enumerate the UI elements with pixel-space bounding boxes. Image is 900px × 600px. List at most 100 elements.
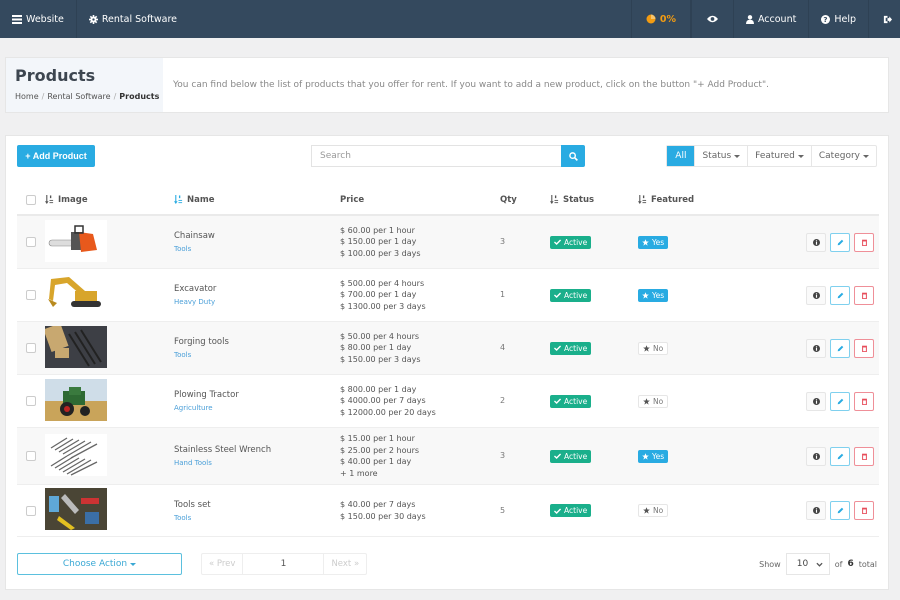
column-featured[interactable]: Featured [638, 195, 788, 206]
progress-indicator[interactable]: 0% [632, 0, 691, 38]
price-line: $ 150.00 per 30 days [340, 511, 426, 521]
product-name[interactable]: Tools set [174, 500, 340, 510]
product-thumbnail[interactable] [45, 378, 107, 421]
row-checkbox[interactable] [26, 237, 36, 247]
total-count: 6 [847, 559, 854, 569]
filter-category-dropdown[interactable]: Category [810, 146, 876, 166]
product-category[interactable]: Tools [174, 245, 340, 253]
prev-page-button[interactable]: « Prev [202, 554, 242, 574]
info-button[interactable] [806, 232, 826, 252]
product-category[interactable]: Tools [174, 351, 340, 359]
price-list: $ 40.00 per 7 days $ 150.00 per 30 days [340, 499, 500, 522]
price-list: $ 15.00 per 1 hour $ 25.00 per 2 hours $ 4… [340, 433, 500, 479]
edit-button[interactable] [830, 391, 850, 411]
product-thumbnail[interactable] [45, 488, 107, 530]
product-thumbnail[interactable] [45, 219, 107, 262]
price-line: $ 12000.00 per 20 days [340, 407, 436, 417]
column-name[interactable]: Name [174, 195, 340, 206]
delete-button[interactable] [854, 446, 874, 466]
info-button[interactable] [806, 446, 826, 466]
row-checkbox[interactable] [26, 396, 36, 406]
product-thumbnail[interactable] [45, 325, 107, 368]
select-all-checkbox[interactable] [26, 195, 36, 205]
product-name[interactable]: Excavator [174, 284, 340, 294]
search-input[interactable] [311, 145, 561, 167]
star-icon [643, 344, 650, 352]
nav-website[interactable]: Website [0, 0, 77, 38]
edit-button[interactable] [830, 501, 850, 520]
delete-button[interactable] [854, 501, 874, 520]
page-number-input[interactable]: 1 [242, 554, 325, 574]
row-checkbox[interactable] [26, 343, 36, 353]
preview-button[interactable] [690, 0, 733, 38]
price-list: $ 60.00 per 1 hour $ 150.00 per 1 day $ 10… [340, 225, 500, 260]
caret-down-icon [734, 154, 741, 158]
edit-button[interactable] [830, 232, 850, 252]
price-line: $ 800.00 per 1 day [340, 384, 417, 394]
column-status[interactable]: Status [550, 195, 638, 206]
info-icon [812, 344, 820, 352]
delete-button[interactable] [854, 285, 874, 305]
row-checkbox[interactable] [26, 505, 36, 516]
caret-down-icon [797, 154, 804, 158]
column-image[interactable]: Image [45, 195, 174, 206]
table-row[interactable]: Excavator Heavy Duty $ 500.00 per 4 hour… [17, 269, 879, 322]
product-qty: 2 [500, 396, 506, 405]
info-button[interactable] [806, 391, 826, 411]
product-thumbnail[interactable] [45, 272, 107, 315]
sort-icon [550, 195, 559, 205]
logout-button[interactable] [868, 0, 900, 38]
sort-icon [45, 195, 54, 205]
featured-badge: No [638, 341, 669, 355]
product-category[interactable]: Heavy Duty [174, 298, 340, 306]
products-panel: + Add Product All Status Featured Catego… [5, 135, 889, 590]
caret-down-icon [863, 154, 869, 158]
choose-action-dropdown[interactable]: Choose Action [17, 553, 182, 575]
delete-button[interactable] [854, 232, 874, 252]
breadcrumb-home[interactable]: Home [15, 92, 39, 101]
info-button[interactable] [806, 501, 826, 520]
edit-button[interactable] [830, 285, 850, 305]
table-row[interactable]: Tools set Tools $ 40.00 per 7 days $ 150.… [17, 485, 879, 537]
product-category[interactable]: Agriculture [174, 404, 340, 412]
product-thumbnail[interactable] [45, 433, 107, 476]
add-product-button[interactable]: + Add Product [17, 145, 95, 167]
nav-help-label: Help [834, 13, 856, 25]
info-icon [812, 452, 820, 460]
filter-all[interactable]: All [667, 146, 695, 166]
page-size-select[interactable]: 10 [785, 553, 830, 575]
info-button[interactable] [806, 338, 826, 358]
product-name[interactable]: Forging tools [174, 337, 340, 347]
breadcrumb-rental-software[interactable]: Rental Software [47, 92, 110, 101]
row-checkbox[interactable] [26, 290, 36, 300]
table-row[interactable]: Stainless Steel Wrench Hand Tools $ 15.0… [17, 428, 879, 485]
filter-featured-dropdown[interactable]: Featured [747, 146, 811, 166]
info-button[interactable] [806, 285, 826, 305]
price-line: $ 150.00 per 1 day [340, 237, 417, 247]
nav-account[interactable]: Account [732, 0, 808, 38]
product-category[interactable]: Hand Tools [174, 459, 340, 467]
user-icon [745, 14, 754, 24]
table-row[interactable]: Plowing Tractor Agriculture $ 800.00 per… [17, 375, 879, 428]
table-row[interactable]: Forging tools Tools $ 50.00 per 4 hours $… [17, 322, 879, 375]
product-name[interactable]: Stainless Steel Wrench [174, 445, 340, 455]
product-qty: 3 [500, 237, 506, 246]
product-name[interactable]: Chainsaw [174, 231, 340, 241]
price-line: $ 40.00 per 7 days [340, 500, 416, 509]
edit-button[interactable] [830, 446, 850, 466]
table-row[interactable]: Chainsaw Tools $ 60.00 per 1 hour $ 150.0… [17, 216, 879, 269]
product-name[interactable]: Plowing Tractor [174, 390, 340, 400]
search-button[interactable] [561, 145, 585, 167]
delete-button[interactable] [854, 338, 874, 358]
row-checkbox[interactable] [26, 451, 36, 461]
star-icon [643, 507, 650, 514]
price-list: $ 800.00 per 1 day $ 4000.00 per 7 days $ … [340, 384, 500, 419]
next-page-button[interactable]: Next » [324, 554, 366, 574]
nav-help[interactable]: ? Help [808, 0, 868, 38]
edit-button[interactable] [830, 338, 850, 358]
delete-button[interactable] [854, 391, 874, 411]
nav-rental-software[interactable]: Rental Software [77, 0, 189, 38]
filter-status-dropdown[interactable]: Status [694, 146, 747, 166]
product-category[interactable]: Tools [174, 514, 340, 522]
pagination: « Prev 1 Next » [201, 553, 368, 575]
